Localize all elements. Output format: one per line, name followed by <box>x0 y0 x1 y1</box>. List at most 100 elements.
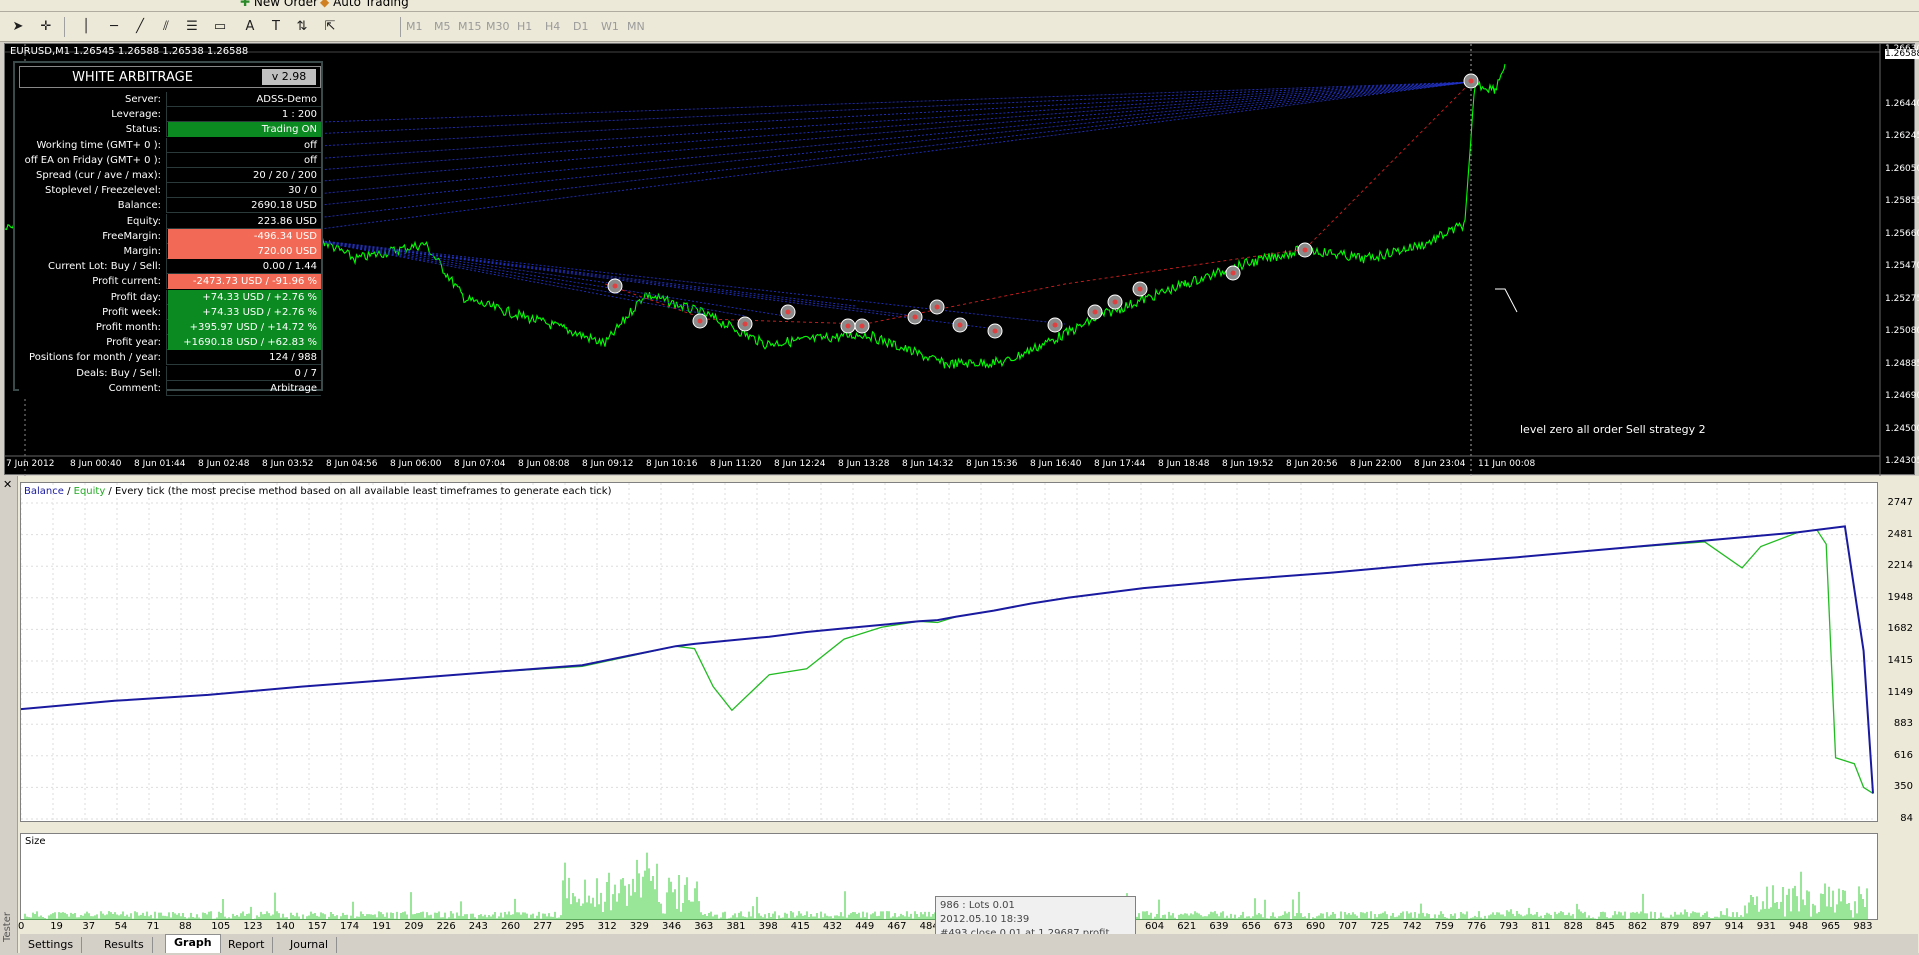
price-chart[interactable]: EURUSD,M1 1.26545 1.26588 1.26538 1.2658… <box>4 43 1919 476</box>
price-axis-label: 1.24305 <box>1885 456 1919 466</box>
graph-x-label: 88 <box>179 921 192 932</box>
order-marker-dot <box>1302 247 1308 253</box>
graph-x-label: 467 <box>887 921 907 932</box>
price-axis-label: 1.26050 <box>1885 163 1919 174</box>
symbol-quote: EURUSD,M1 1.26545 1.26588 1.26538 1.2658… <box>10 46 249 57</box>
panel-row: Balance: 2690.18 USD <box>19 198 321 214</box>
panel-row: Equity: 223.86 USD <box>19 213 321 229</box>
trendline-icon[interactable]: ╱ <box>130 18 150 36</box>
time-axis-label: 8 Jun 07:04 <box>454 459 506 469</box>
timeframe-m5[interactable]: M5 <box>434 20 451 33</box>
graph-x-label: 71 <box>146 921 160 932</box>
graph-x-label: 862 <box>1628 921 1648 932</box>
crosshair-icon[interactable]: ✛ <box>36 18 56 36</box>
rectangle-icon[interactable]: ▭ <box>210 18 230 36</box>
time-axis-label: 8 Jun 18:48 <box>1158 459 1210 469</box>
panel-row-value: +1690.18 USD / +62.83 % <box>168 335 321 351</box>
auto-trading-button[interactable]: ◆ Auto Trading <box>320 0 409 9</box>
graph-x-label: 604 <box>1145 921 1165 932</box>
order-line <box>304 238 616 285</box>
main-toolbar: ✚ New Order ◆ Auto Trading <box>0 0 1919 12</box>
graph-x-label: 398 <box>758 921 778 932</box>
timeframe-d1[interactable]: D1 <box>573 20 588 33</box>
legend-balance: Balance <box>24 486 64 497</box>
time-axis-label: 8 Jun 17:44 <box>1094 459 1146 469</box>
panel-row-label: Stoplevel / Freezelevel: <box>19 183 167 199</box>
order-marker-dot <box>1052 322 1058 328</box>
new-order-button[interactable]: ✚ New Order <box>240 0 318 9</box>
graph-x-label: 363 <box>694 921 714 932</box>
panel-row: FreeMargin: -496.34 USD <box>19 228 321 244</box>
timeframe-m15[interactable]: M15 <box>458 20 482 33</box>
panel-header: WHITE ARBITRAGE v 2.98 <box>19 66 321 88</box>
graph-x-label: 226 <box>436 921 456 932</box>
graph-x-label: 295 <box>565 921 585 932</box>
channel-icon[interactable]: ⫽ <box>156 18 176 36</box>
text-icon[interactable]: A <box>240 18 260 36</box>
panel-row: Server: ADSS-Demo <box>19 92 321 107</box>
chart-annotation: level zero all order Sell strategy 2 <box>1520 423 1706 436</box>
legend-separator: / <box>63 486 74 497</box>
graph-x-label: 312 <box>597 921 617 932</box>
strategy-tester: ✕ Tester Balance / Equity / Every tick (… <box>0 476 1919 953</box>
time-axis-label: 8 Jun 00:40 <box>70 459 122 469</box>
price-axis-label: 1.24885 <box>1885 358 1919 369</box>
graph-y-label: 1682 <box>1887 623 1913 635</box>
tab-journal[interactable]: Journal <box>282 937 338 953</box>
timeframe-m30[interactable]: M30 <box>486 20 510 33</box>
new-order-label: New Order <box>253 0 318 9</box>
timeframe-w1[interactable]: W1 <box>601 20 619 33</box>
graph-y-label: 1415 <box>1887 655 1913 666</box>
close-icon[interactable]: ✕ <box>3 478 12 491</box>
time-axis-label: 8 Jun 08:08 <box>518 459 570 469</box>
order-line <box>264 81 1472 212</box>
order-marker-dot <box>1468 78 1474 84</box>
price-axis-label: 1.25660 <box>1885 228 1919 239</box>
panel-row-label: Profit week: <box>19 304 167 320</box>
vertical-line-icon[interactable]: │ <box>76 18 96 36</box>
panel-row-value: off <box>303 139 317 151</box>
order-line <box>264 81 1472 187</box>
time-axis-label: 8 Jun 23:04 <box>1414 459 1466 469</box>
graph-y-label: 1149 <box>1887 686 1913 698</box>
order-marker-dot <box>1230 270 1236 276</box>
arrows-icon[interactable]: ⇅ <box>292 18 312 36</box>
graph-x-label: 140 <box>275 921 295 932</box>
cursor-icon[interactable]: ➤ <box>8 18 28 36</box>
tooltip-line-1: 986 : Lots 0.01 <box>940 900 1015 911</box>
fibonacci-icon[interactable]: ☰ <box>182 18 202 36</box>
shapes-dropdown-icon[interactable]: ⇱ <box>320 18 340 36</box>
balance-equity-graph[interactable]: Balance / Equity / Every tick (the most … <box>20 482 1913 824</box>
price-axis-label: 1.25080 <box>1885 326 1919 336</box>
tab-report[interactable]: Report <box>220 937 274 953</box>
timeframe-mn[interactable]: MN <box>627 20 645 33</box>
tab-graph[interactable]: Graph <box>165 934 221 953</box>
graph-y-label: 616 <box>1893 749 1913 761</box>
text-label-icon[interactable]: T <box>266 18 286 36</box>
panel-row-value: 720.00 USD <box>168 244 321 259</box>
timeframe-h1[interactable]: H1 <box>517 20 532 33</box>
panel-row-label: Spread (cur / ave / max): <box>19 168 167 183</box>
price-axis-label: 1.25470 <box>1885 261 1919 271</box>
order-line <box>304 238 1066 325</box>
timeframe-m1[interactable]: M1 <box>406 20 423 33</box>
panel-row: Profit year: +1690.18 USD / +62.83 % <box>19 335 321 351</box>
panel-row-value: 30 / 0 <box>288 185 317 197</box>
graph-x-label: 123 <box>243 921 263 932</box>
graph-x-label: 243 <box>468 921 488 932</box>
panel-row-label: Profit current: <box>19 274 167 290</box>
tab-results[interactable]: Results <box>96 937 153 953</box>
panel-row-label: Comment: <box>19 380 167 396</box>
graph-x-label: 811 <box>1531 921 1551 932</box>
price-axis-label: 1.25855 <box>1885 196 1919 206</box>
annotation-pointer <box>1495 288 1518 313</box>
graph-y-label: 350 <box>1893 781 1913 793</box>
tab-settings[interactable]: Settings <box>20 937 83 953</box>
ea-info-panel: WHITE ARBITRAGE v 2.98 Server: ADSS-Demo L… <box>13 61 323 396</box>
size-label: Size <box>25 836 46 847</box>
time-axis-label: 8 Jun 06:00 <box>390 459 442 469</box>
timeframe-h4[interactable]: H4 <box>545 20 560 33</box>
horizontal-line-icon[interactable]: ─ <box>104 18 124 36</box>
graph-x-label: 725 <box>1370 921 1390 932</box>
order-line <box>304 238 786 317</box>
